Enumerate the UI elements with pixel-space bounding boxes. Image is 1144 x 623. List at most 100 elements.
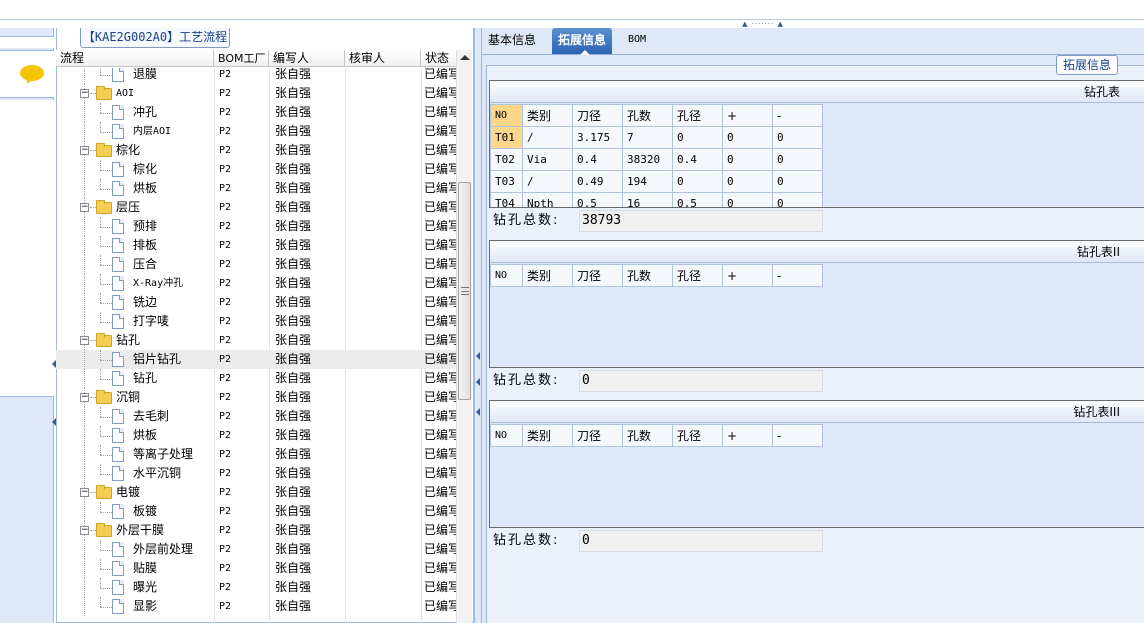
drill-column-header[interactable]: -: [772, 424, 823, 447]
tree-node: 预排: [56, 217, 214, 236]
tree-leaf-row[interactable]: 曝光 P2 张自强 已编写: [56, 578, 456, 597]
drill-cell: 0: [722, 170, 773, 193]
tree-leaf-row[interactable]: 退膜 P2 张自强 已编写: [56, 68, 456, 84]
drill-total-label: 钻孔总数:: [493, 213, 560, 228]
drill-column-header[interactable]: 孔数: [622, 424, 673, 447]
tree-folder-row[interactable]: − AOI P2 张自强 已编写: [56, 84, 456, 103]
status-cell: 已编写: [424, 447, 456, 461]
collapse-toggle-icon[interactable]: −: [80, 336, 89, 345]
tree-guide-line: [100, 255, 101, 265]
column-header-flow[interactable]: 流程: [56, 50, 214, 67]
splitter-grip-icon[interactable]: ▲ ······· ▲: [730, 20, 796, 28]
tree-leaf-row[interactable]: 外层前处理 P2 张自强 已编写: [56, 540, 456, 559]
tree-leaf-row[interactable]: 水平沉铜 P2 张自强 已编写: [56, 464, 456, 483]
tree-leaf-row[interactable]: 铝片钻孔 P2 张自强 已编写: [56, 350, 456, 369]
tree-guide-line: [84, 407, 85, 426]
tree-leaf-row[interactable]: 冲孔 P2 张自强 已编写: [56, 103, 456, 122]
tree-leaf-row[interactable]: 烘板 P2 张自强 已编写: [56, 179, 456, 198]
tree-guide-line: [100, 464, 101, 474]
tab-basic-info[interactable]: 基本信息: [482, 28, 542, 54]
collapse-toggle-icon[interactable]: −: [80, 89, 89, 98]
tree-folder-row[interactable]: − 电镀 P2 张自强 已编写: [56, 483, 456, 502]
tree-leaf-row[interactable]: X-Ray冲孔 P2 张自强 已编写: [56, 274, 456, 293]
flow-grid-scrollbar[interactable]: [456, 50, 472, 623]
drill-column-header[interactable]: 孔径: [672, 264, 723, 287]
tree-folder-row[interactable]: − 棕化 P2 张自强 已编写: [56, 141, 456, 160]
tree-leaf-row[interactable]: 显影 P2 张自强 已编写: [56, 597, 456, 616]
drill-column-header[interactable]: +: [722, 104, 773, 127]
drill-table-row[interactable]: T02 Via 0.4 38320 0.4 0 0: [490, 148, 823, 171]
tab-bom[interactable]: BOM: [622, 28, 652, 54]
drill-table-row[interactable]: T01/3.175 7 0 0 0: [490, 126, 823, 149]
drill-column-header[interactable]: 刀径: [572, 264, 623, 287]
drill-cell: 0: [772, 148, 823, 171]
status-cell: 已编写: [424, 314, 456, 328]
tree-leaf-row[interactable]: 板镀 P2 张自强 已编写: [56, 502, 456, 521]
tree-leaf-row[interactable]: 排板 P2 张自强 已编写: [56, 236, 456, 255]
drill-table-row[interactable]: T04 Npth 0.5 16 0.5 0 0: [490, 192, 823, 207]
scroll-thumb[interactable]: [458, 182, 471, 400]
drill-column-header[interactable]: 刀径: [572, 104, 623, 127]
tree-leaf-row[interactable]: 去毛刺 P2 张自强 已编写: [56, 407, 456, 426]
drill-column-header[interactable]: NO: [490, 264, 523, 287]
drill-table-row[interactable]: T03/0.49 194 0 0 0: [490, 170, 823, 193]
column-header-reviewer[interactable]: 核审人: [345, 50, 421, 67]
panel-splitter[interactable]: [474, 28, 482, 623]
drill-column-header[interactable]: +: [722, 424, 773, 447]
tree-leaf-row[interactable]: 压合 P2 张自强 已编写: [56, 255, 456, 274]
drill-column-header[interactable]: 类别: [522, 104, 573, 127]
writer-cell: 张自强: [275, 447, 312, 461]
scroll-up-icon[interactable]: [460, 55, 470, 60]
tree-leaf-row[interactable]: 棕化 P2 张自强 已编写: [56, 160, 456, 179]
tree-leaf-row[interactable]: 预排 P2 张自强 已编写: [56, 217, 456, 236]
tree-branch-line: [100, 417, 112, 418]
tree-folder-row[interactable]: − 沉铜 P2 张自强 已编写: [56, 388, 456, 407]
reviewer-cell: [345, 312, 419, 331]
tree-leaf-row[interactable]: 等离子处理 P2 张自强 已编写: [56, 445, 456, 464]
collapse-toggle-icon[interactable]: −: [80, 488, 89, 497]
tree-folder-row[interactable]: − 钻孔 P2 张自强 已编写: [56, 331, 456, 350]
drill-column-header[interactable]: -: [772, 264, 823, 287]
drill-column-header[interactable]: NO: [490, 424, 523, 447]
bom-factory-cell: P2: [219, 449, 232, 460]
drill-column-header[interactable]: 孔数: [622, 264, 673, 287]
writer-cell: 张自强: [275, 485, 312, 499]
tree-leaf-row[interactable]: 钻孔 P2 张自强 已编写: [56, 369, 456, 388]
bom-factory-cell: P2: [219, 240, 232, 251]
tree-branch-line: [100, 284, 112, 285]
drill-column-header[interactable]: NO: [490, 104, 523, 127]
collapse-toggle-icon[interactable]: −: [80, 526, 89, 535]
drill-total-label: 钻孔总数:: [493, 533, 560, 548]
tree-leaf-row[interactable]: 贴膜 P2 张自强 已编写: [56, 559, 456, 578]
column-header-bom-factory[interactable]: BOM工厂: [214, 50, 269, 67]
writer-cell: 张自强: [275, 200, 312, 214]
drill-column-header[interactable]: 孔数: [622, 104, 673, 127]
tree-folder-row[interactable]: − 层压 P2 张自强 已编写: [56, 198, 456, 217]
writer-cell: 张自强: [275, 352, 312, 366]
tree-leaf-row[interactable]: 铣边 P2 张自强 已编写: [56, 293, 456, 312]
tree-guide-line: [84, 274, 85, 293]
drill-column-header[interactable]: 刀径: [572, 424, 623, 447]
chat-bubble-icon[interactable]: [20, 65, 44, 81]
column-header-status[interactable]: 状态: [421, 50, 456, 67]
drill-column-header[interactable]: 类别: [522, 264, 573, 287]
tree-guide-line: [100, 502, 101, 512]
drill-column-header[interactable]: +: [722, 264, 773, 287]
tree-leaf-row[interactable]: 烘板 P2 张自强 已编写: [56, 426, 456, 445]
tree-leaf-row[interactable]: 内层AOI P2 张自强 已编写: [56, 122, 456, 141]
tree-folder-row[interactable]: − 外层干膜 P2 张自强 已编写: [56, 521, 456, 540]
bom-factory-cell: P2: [219, 487, 232, 498]
collapse-toggle-icon[interactable]: −: [80, 393, 89, 402]
folder-icon: [96, 485, 112, 499]
drill-column-header[interactable]: 孔径: [672, 424, 723, 447]
drill-column-header[interactable]: 孔径: [672, 104, 723, 127]
left-panel-toolbar: [0, 50, 54, 98]
tree-leaf-row[interactable]: 打字唛 P2 张自强 已编写: [56, 312, 456, 331]
collapse-toggle-icon[interactable]: −: [80, 203, 89, 212]
collapse-toggle-icon[interactable]: −: [80, 146, 89, 155]
tab-extended-info[interactable]: 拓展信息: [552, 28, 613, 55]
drill-column-header[interactable]: -: [772, 104, 823, 127]
writer-cell: 张自强: [275, 124, 312, 138]
column-header-writer[interactable]: 编写人: [269, 50, 345, 67]
drill-column-header[interactable]: 类别: [522, 424, 573, 447]
